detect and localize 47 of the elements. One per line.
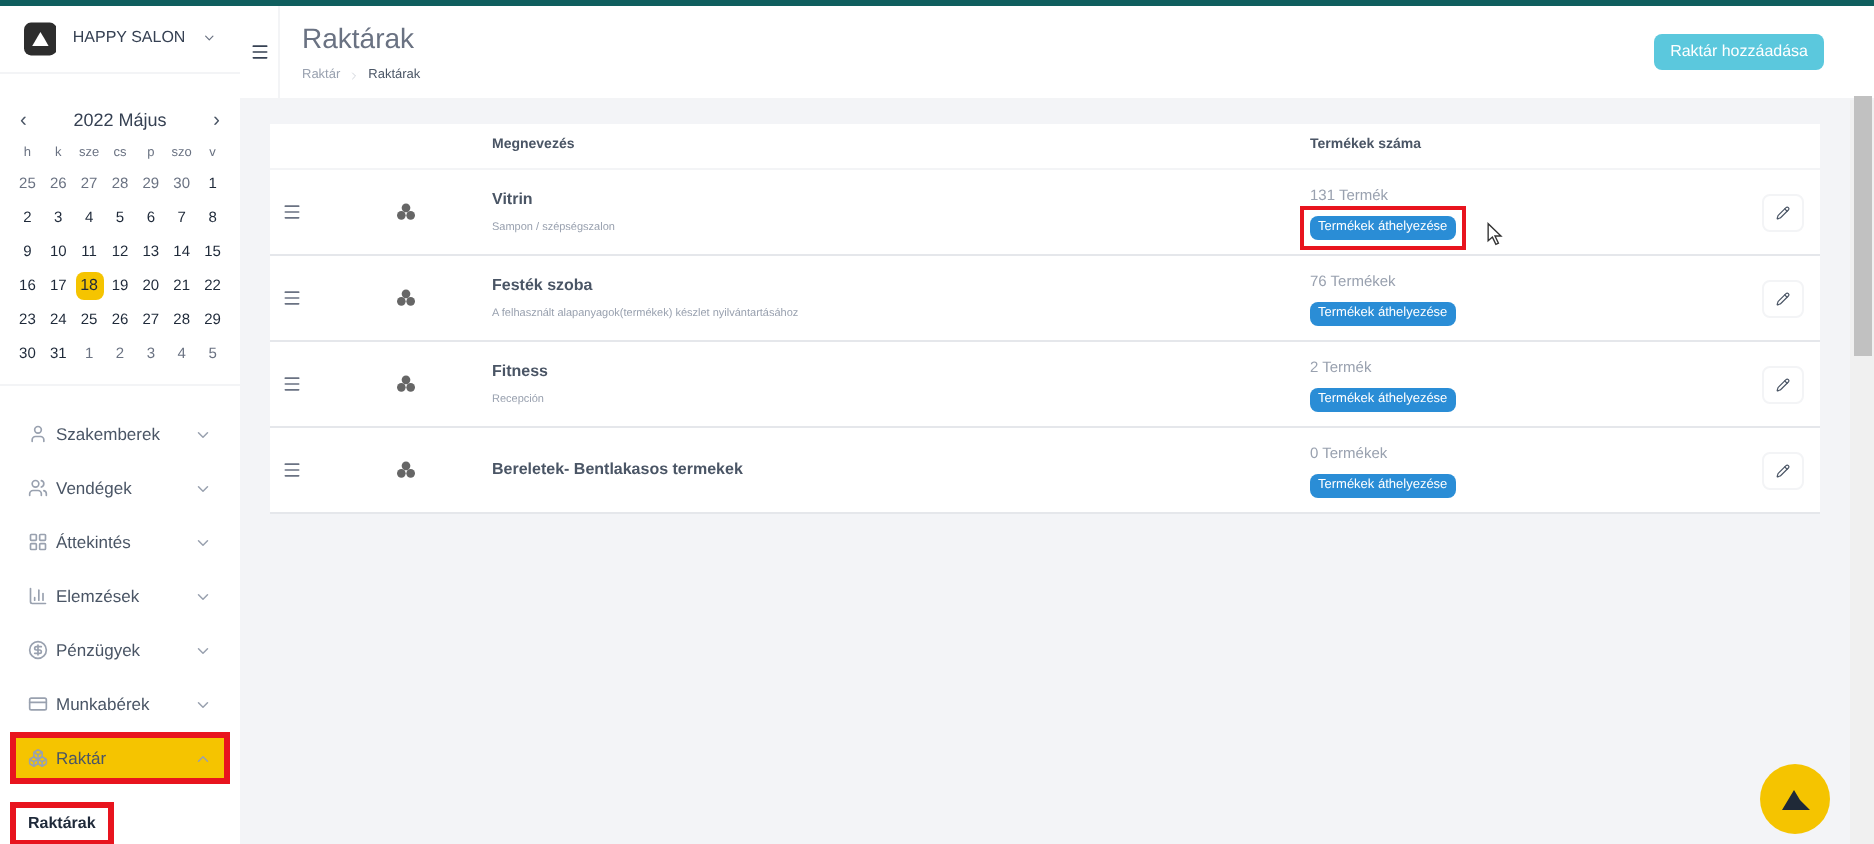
drag-handle-icon[interactable] (282, 202, 302, 222)
warehouse-name: Festék szoba (492, 273, 595, 298)
warehouse-name: Bereletek- Bentlakasos termekek (492, 458, 745, 482)
brand-name: HAPPY SALON (72, 26, 186, 50)
nav-icon (28, 640, 48, 660)
page-title: Raktárak (302, 20, 417, 59)
nav-icon (28, 748, 48, 768)
boxes-icon (396, 460, 416, 480)
nav-icon (28, 694, 48, 714)
boxes-icon (396, 374, 416, 394)
calendar-title: 2022 Május (73, 108, 167, 134)
nav-subitem[interactable]: Raktárak (16, 808, 108, 840)
nav-icon (28, 424, 48, 444)
nav-icon (28, 586, 48, 606)
floating-action-button[interactable] (1760, 764, 1830, 834)
drag-handle-icon[interactable] (282, 460, 302, 480)
breadcrumb-separator-icon (348, 70, 361, 82)
warehouse-name: Fitness (492, 359, 551, 384)
scrollbar[interactable] (1850, 100, 1874, 844)
pencil-icon (1776, 291, 1790, 305)
drag-handle-icon[interactable] (282, 288, 302, 308)
calendar-day[interactable]: 18 (75, 272, 104, 300)
nav-icon (28, 532, 48, 552)
nav-item[interactable]: Szakemberek (16, 414, 224, 454)
nav-item[interactable]: Raktár (16, 738, 224, 778)
mouse-cursor-icon (1486, 222, 1504, 247)
edit-button[interactable] (1762, 365, 1804, 403)
pencil-icon (1776, 377, 1790, 391)
boxes-icon (396, 288, 416, 308)
edit-button[interactable] (1762, 193, 1804, 231)
boxes-icon (396, 202, 416, 222)
edit-button[interactable] (1762, 279, 1804, 317)
nav-item[interactable]: Áttekintés (16, 522, 224, 562)
pencil-icon (1776, 205, 1790, 219)
nav-item[interactable]: Munkabérek (16, 684, 224, 724)
warehouse-name: Vitrin (492, 187, 535, 212)
menu-icon[interactable] (249, 42, 269, 62)
nav-item[interactable]: Vendégek (16, 468, 224, 508)
next-month-button[interactable]: › (213, 106, 220, 137)
edit-button[interactable] (1762, 451, 1804, 489)
prev-month-button[interactable]: ‹ (20, 106, 27, 137)
nav-item[interactable]: Pénzügyek (16, 630, 224, 670)
nav-icon (28, 478, 48, 498)
nav-item[interactable]: Elemzések (16, 576, 224, 616)
drag-handle-icon[interactable] (282, 374, 302, 394)
logo-icon (1781, 789, 1809, 809)
pencil-icon (1776, 463, 1790, 477)
